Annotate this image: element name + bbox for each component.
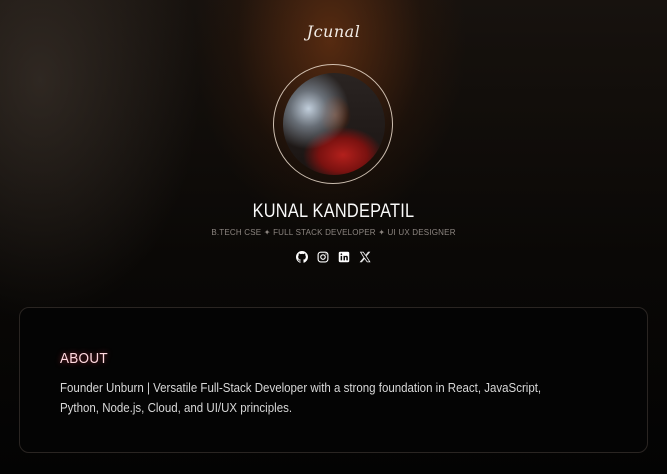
about-title: ABOUT (60, 350, 108, 367)
linkedin-link[interactable] (338, 251, 350, 263)
avatar (283, 73, 385, 175)
github-icon (296, 251, 308, 263)
github-link[interactable] (296, 251, 308, 263)
linkedin-icon (338, 251, 350, 263)
profile-name: KUNAL KANDEPATIL (252, 201, 415, 222)
profile-tagline: B.TECH CSE ✦ FULL STACK DEVELOPER ✦ UI U… (211, 228, 456, 237)
instagram-link[interactable] (317, 251, 329, 263)
instagram-icon (317, 251, 329, 263)
about-card: ABOUT Founder Unburn | Versatile Full-St… (19, 307, 648, 453)
about-text: Founder Unburn | Versatile Full-Stack De… (60, 381, 542, 415)
social-links (0, 251, 667, 263)
x-icon (359, 251, 371, 263)
site-logo[interactable]: Jcunal (0, 22, 667, 41)
x-link[interactable] (359, 251, 371, 263)
